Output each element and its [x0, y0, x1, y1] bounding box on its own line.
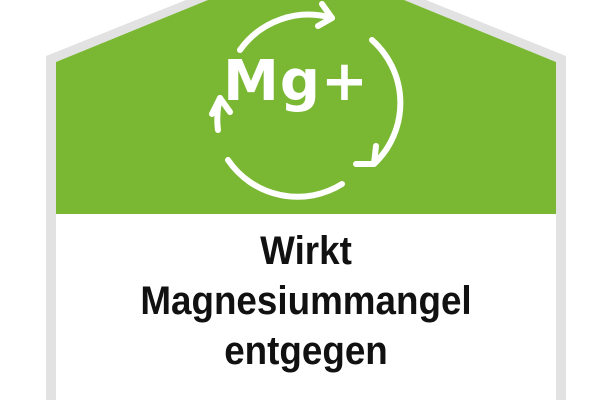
- magnesium-symbol: Mg+: [223, 49, 369, 114]
- caption-line-1: Wirkt: [260, 229, 352, 273]
- caption-line-3: entgegen: [224, 329, 388, 373]
- caption-line-2: Magnesiummangel: [140, 279, 472, 323]
- magnesium-badge: Mg+ Wirkt Magnesiummangel entgegen: [0, 0, 612, 400]
- badge-caption: Wirkt Magnesiummangel entgegen: [56, 226, 556, 376]
